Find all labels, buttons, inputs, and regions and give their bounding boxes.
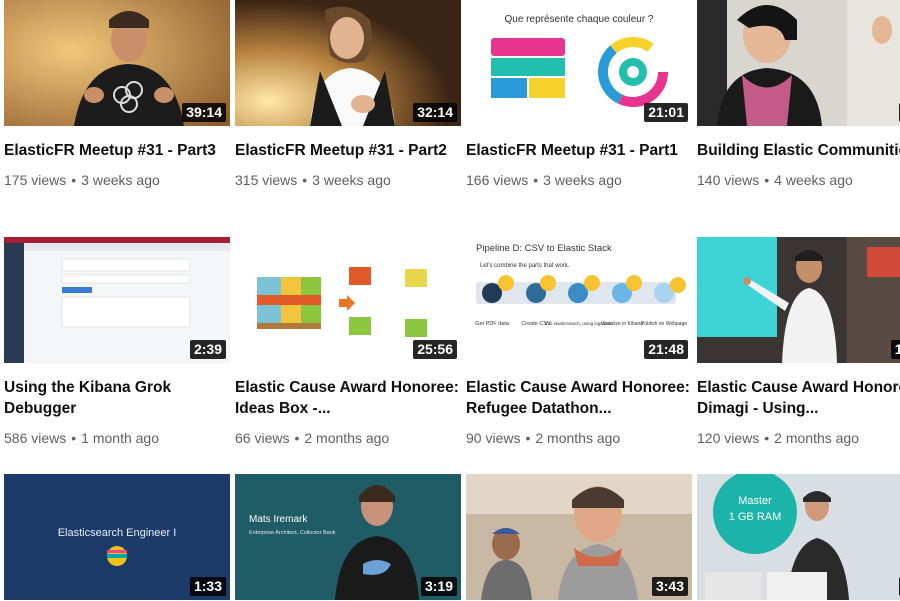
video-meta: 586 views • 1 month ago <box>4 429 230 447</box>
video-card[interactable]: 19: Elastic Cause Award Honoree: Dimagi … <box>697 237 900 447</box>
pipeline-step: Get PDF data <box>475 321 510 327</box>
view-count: 315 views <box>235 172 298 188</box>
video-thumbnail[interactable]: Elasticsearch Engineer I 1:33 <box>4 474 230 600</box>
video-duration: 32:14 <box>413 103 457 122</box>
meta-separator: • <box>302 172 308 188</box>
video-duration: 2:39 <box>189 340 226 359</box>
meta-separator: • <box>71 172 77 188</box>
meta-separator: • <box>533 172 539 188</box>
video-duration: 21:48 <box>644 340 688 359</box>
view-count: 586 views <box>4 430 67 446</box>
video-card[interactable]: 2:39 Using the Kibana Grok Debugger 586 … <box>4 237 230 447</box>
thumbnail-image: Master 1 GB RAM <box>697 474 900 600</box>
video-card[interactable]: Mats Iremark Enterprise Architect, Colle… <box>235 474 461 600</box>
view-count: 166 views <box>466 172 529 188</box>
thumbnail-image <box>697 237 900 363</box>
video-thumbnail[interactable]: Pipeline D: CSV to Elastic Stack Let's c… <box>466 237 692 363</box>
video-card[interactable]: Que représente chaque couleur ? 21:01 El… <box>466 0 692 189</box>
video-card[interactable]: 3:43 <box>466 474 692 600</box>
video-title[interactable]: ElasticFR Meetup #31 - Part3 <box>4 140 230 161</box>
video-thumbnail[interactable]: Mats Iremark Enterprise Architect, Colle… <box>235 474 461 600</box>
video-title[interactable]: Elastic Cause Award Honoree: Refugee Dat… <box>466 377 692 419</box>
video-thumbnail[interactable]: 32:14 <box>235 0 461 126</box>
pipeline-step: Publish on Webpage <box>641 321 687 327</box>
upload-age: 3 weeks ago <box>81 172 160 188</box>
video-meta: 120 views • 2 months ago <box>697 429 900 447</box>
video-duration: 1:33 <box>189 577 226 596</box>
video-card[interactable]: Elasticsearch Engineer I 1:33 <box>4 474 230 600</box>
view-count: 120 views <box>697 430 760 446</box>
video-duration: 19: <box>890 340 900 359</box>
video-thumbnail[interactable]: 19: <box>697 237 900 363</box>
upload-age: 3 weeks ago <box>543 172 622 188</box>
meta-separator: • <box>764 430 770 446</box>
thumbnail-caption: Que représente chaque couleur ? <box>505 14 654 25</box>
video-thumbnail[interactable]: 3:43 <box>466 474 692 600</box>
view-count: 66 views <box>235 430 290 446</box>
thumbnail-image <box>697 0 900 126</box>
video-meta: 315 views • 3 weeks ago <box>235 171 461 189</box>
thumbnail-caption: Elasticsearch Engineer I <box>58 527 177 539</box>
video-title[interactable]: ElasticFR Meetup #31 - Part2 <box>235 140 461 161</box>
video-thumbnail[interactable]: Master 1 GB RAM 7: <box>697 474 900 600</box>
video-title[interactable]: Elastic Cause Award Honoree: Ideas Box -… <box>235 377 461 419</box>
video-title[interactable]: Elastic Cause Award Honoree: Dimagi - Us… <box>697 377 900 419</box>
video-card[interactable]: 2: Building Elastic Communities 140 view… <box>697 0 900 189</box>
video-title[interactable]: ElasticFR Meetup #31 - Part1 <box>466 140 692 161</box>
video-meta: 175 views • 3 weeks ago <box>4 171 230 189</box>
thumbnail-subcaption: Enterprise Architect, Collector Bank <box>249 530 336 536</box>
upload-age: 2 months ago <box>535 430 621 446</box>
thumbnail-caption: Mats Iremark <box>249 514 308 525</box>
video-card[interactable]: Pipeline D: CSV to Elastic Stack Let's c… <box>466 237 692 447</box>
meta-separator: • <box>294 430 300 446</box>
video-meta: 166 views • 3 weeks ago <box>466 171 692 189</box>
view-count: 90 views <box>466 430 521 446</box>
video-thumbnail[interactable]: Que représente chaque couleur ? 21:01 <box>466 0 692 126</box>
view-count: 175 views <box>4 172 67 188</box>
video-card[interactable]: 32:14 ElasticFR Meetup #31 - Part2 315 v… <box>235 0 461 189</box>
pipeline-step: Visualize in Kibana <box>601 321 643 327</box>
video-duration: 3:43 <box>651 577 688 596</box>
video-card[interactable]: Master 1 GB RAM 7: <box>697 474 900 600</box>
video-duration: 3:19 <box>420 577 457 596</box>
upload-age: 2 months ago <box>774 430 860 446</box>
upload-age: 4 weeks ago <box>774 172 853 188</box>
video-duration: 25:56 <box>413 340 457 359</box>
video-thumbnail[interactable]: 2:39 <box>4 237 230 363</box>
thumbnail-subcaption: Let's combine the parts that work. <box>480 263 570 269</box>
video-meta: 90 views • 2 months ago <box>466 429 692 447</box>
video-card[interactable]: 39:14 ElasticFR Meetup #31 - Part3 175 v… <box>4 0 230 189</box>
upload-age: 2 months ago <box>304 430 390 446</box>
upload-age: 3 weeks ago <box>312 172 391 188</box>
meta-separator: • <box>764 172 770 188</box>
video-duration: 39:14 <box>182 103 226 122</box>
upload-age: 1 month ago <box>81 430 160 446</box>
thumbnail-subcaption: 1 GB RAM <box>729 511 782 523</box>
video-meta: 66 views • 2 months ago <box>235 429 461 447</box>
video-card[interactable]: 25:56 Elastic Cause Award Honoree: Ideas… <box>235 237 461 447</box>
meta-separator: • <box>525 430 531 446</box>
video-thumbnail[interactable]: 25:56 <box>235 237 461 363</box>
thumbnail-caption: Pipeline D: CSV to Elastic Stack <box>476 243 612 254</box>
meta-separator: • <box>71 430 77 446</box>
video-title[interactable]: Using the Kibana Grok Debugger <box>4 377 230 419</box>
video-title[interactable]: Building Elastic Communities <box>697 140 900 161</box>
video-meta: 140 views • 4 weeks ago <box>697 171 900 189</box>
view-count: 140 views <box>697 172 760 188</box>
video-duration: 21:01 <box>644 103 688 122</box>
thumbnail-caption: Master <box>738 495 772 507</box>
video-thumbnail[interactable]: 39:14 <box>4 0 230 126</box>
video-thumbnail[interactable]: 2: <box>697 0 900 126</box>
